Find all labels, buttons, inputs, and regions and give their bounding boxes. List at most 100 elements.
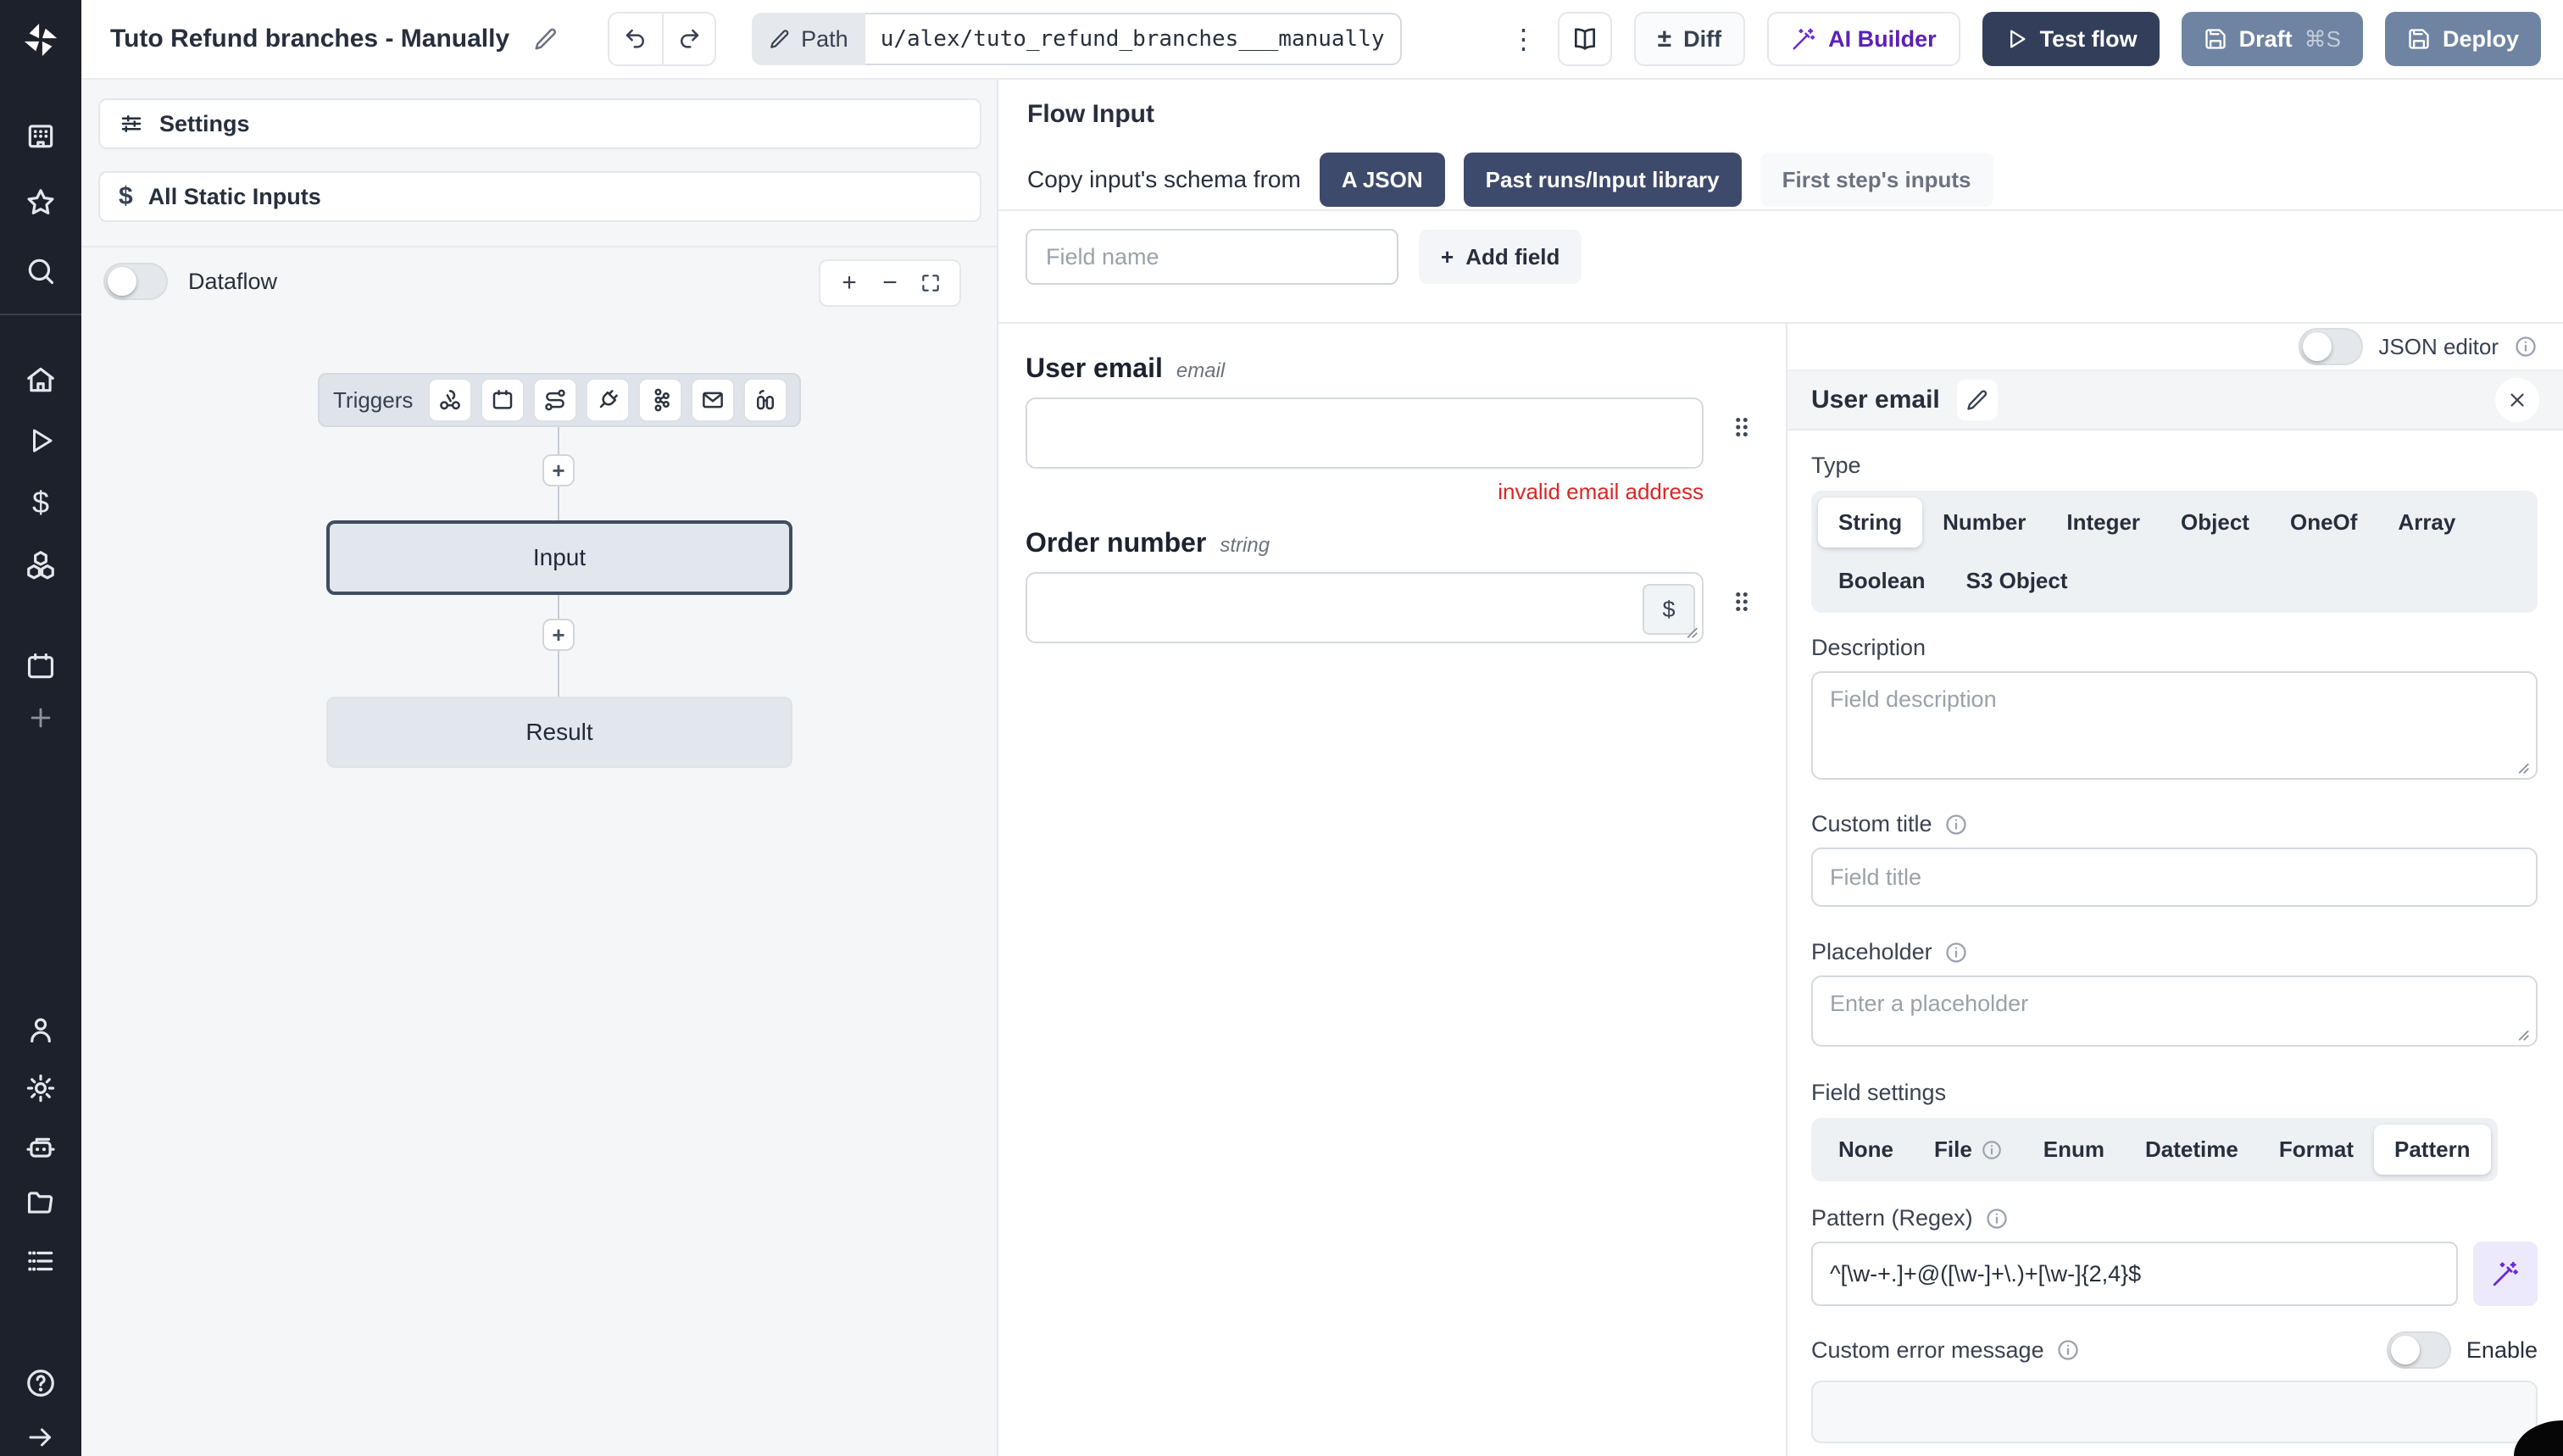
windmill-flow-editor: $ Tuto Refund branches - Manually Path u… bbox=[0, 0, 2563, 1456]
type-object-button[interactable]: Object bbox=[2160, 497, 2270, 547]
input-node[interactable]: Input bbox=[326, 520, 792, 595]
http-route-trigger-icon[interactable] bbox=[533, 378, 578, 422]
book-icon bbox=[1574, 28, 1595, 50]
field-name-input[interactable] bbox=[1026, 229, 1398, 285]
folders-icon[interactable] bbox=[22, 1184, 59, 1221]
resize-handle-icon[interactable] bbox=[2512, 1024, 2531, 1042]
audit-logs-icon[interactable] bbox=[22, 1242, 59, 1280]
placeholder-textarea[interactable] bbox=[1811, 975, 2538, 1047]
type-integer-button[interactable]: Integer bbox=[2046, 497, 2160, 547]
schema-from-past-runs-button[interactable]: Past runs/Input library bbox=[1463, 153, 1742, 207]
pattern-row bbox=[1811, 1242, 2538, 1306]
pattern-regex-input[interactable] bbox=[1811, 1242, 2458, 1306]
custom-error-enable-toggle[interactable] bbox=[2386, 1331, 2451, 1369]
settings-gear-icon[interactable] bbox=[22, 1070, 59, 1107]
setting-none-button[interactable]: None bbox=[1818, 1125, 1914, 1175]
email-trigger-icon[interactable] bbox=[691, 378, 736, 422]
type-oneof-button[interactable]: OneOf bbox=[2270, 497, 2377, 547]
redo-button[interactable] bbox=[662, 14, 714, 64]
setting-file-button[interactable]: File bbox=[1914, 1125, 2023, 1175]
variables-icon[interactable]: $ bbox=[22, 484, 59, 521]
more-options-kebab-icon[interactable]: ⋮ bbox=[1510, 25, 1537, 53]
path-value[interactable]: u/alex/tuto_refund_branches___manually bbox=[865, 13, 1402, 65]
resize-handle-icon[interactable] bbox=[1681, 621, 1699, 640]
insert-step-button[interactable]: + bbox=[542, 454, 575, 486]
field-inspector: JSON editor User email Type String Numbe… bbox=[1786, 324, 2563, 1456]
type-array-button[interactable]: Array bbox=[2377, 497, 2476, 547]
ai-generate-regex-button[interactable] bbox=[2473, 1242, 2538, 1306]
schema-from-json-button[interactable]: A JSON bbox=[1319, 153, 1445, 207]
add-item-icon[interactable] bbox=[22, 699, 59, 736]
kafka-trigger-icon[interactable] bbox=[638, 378, 683, 422]
topbar: Tuto Refund branches - Manually Path u/a… bbox=[81, 0, 2563, 80]
ai-builder-button[interactable]: AI Builder bbox=[1767, 12, 1960, 66]
user-email-input[interactable] bbox=[1026, 397, 1704, 469]
webhook-trigger-icon[interactable] bbox=[428, 378, 473, 422]
runs-icon[interactable] bbox=[22, 422, 59, 459]
sidebar-divider bbox=[0, 314, 81, 315]
rename-field-pencil-icon[interactable] bbox=[1956, 380, 1998, 420]
drag-handle-icon[interactable] bbox=[1727, 413, 1756, 442]
websocket-trigger-icon[interactable] bbox=[586, 378, 631, 422]
type-string-button[interactable]: String bbox=[1818, 497, 1923, 547]
description-textarea[interactable] bbox=[1811, 671, 2538, 780]
inspector-field-title: User email bbox=[1811, 386, 1940, 414]
expand-sidebar-icon[interactable] bbox=[22, 1419, 59, 1456]
type-boolean-button[interactable]: Boolean bbox=[1818, 556, 1946, 606]
info-icon bbox=[1945, 942, 1966, 963]
favorites-star-icon[interactable] bbox=[22, 184, 59, 221]
insert-step-button[interactable]: + bbox=[542, 619, 575, 651]
flow-settings-row[interactable]: Settings bbox=[98, 98, 981, 149]
user-icon[interactable] bbox=[22, 1011, 59, 1048]
resources-icon[interactable] bbox=[22, 546, 59, 583]
type-s3-object-button[interactable]: S3 Object bbox=[1946, 556, 2088, 606]
flow-title: Tuto Refund branches - Manually bbox=[110, 25, 510, 53]
workspace-icon[interactable] bbox=[22, 117, 59, 154]
edit-title-pencil-icon[interactable] bbox=[533, 26, 559, 52]
fit-view-button[interactable] bbox=[914, 264, 948, 302]
triggers-label: Triggers bbox=[333, 386, 414, 413]
close-inspector-icon[interactable] bbox=[2495, 378, 2539, 422]
docs-book-button[interactable] bbox=[1557, 12, 1612, 66]
windmill-logo[interactable] bbox=[0, 0, 81, 80]
dollar-icon: $ bbox=[119, 182, 133, 210]
setting-datetime-button[interactable]: Datetime bbox=[2125, 1125, 2259, 1175]
add-field-button[interactable]: + Add field bbox=[1419, 230, 1582, 284]
triggers-node[interactable]: Triggers bbox=[318, 373, 801, 427]
schema-from-first-step-button[interactable]: First step's inputs bbox=[1760, 153, 1993, 207]
schedule-trigger-icon[interactable] bbox=[481, 378, 525, 422]
resize-handle-icon[interactable] bbox=[2512, 757, 2531, 775]
all-static-inputs-row[interactable]: $ All Static Inputs bbox=[98, 171, 981, 222]
plus-minus-icon: ± bbox=[1657, 25, 1672, 53]
test-flow-button[interactable]: Test flow bbox=[1982, 12, 2160, 66]
custom-error-message-input[interactable] bbox=[1811, 1381, 2538, 1443]
path-label[interactable]: Path bbox=[752, 13, 865, 65]
setting-format-button[interactable]: Format bbox=[2259, 1125, 2374, 1175]
plus-icon: + bbox=[1441, 243, 1454, 270]
zoom-in-button[interactable]: + bbox=[832, 264, 866, 302]
field-label: User email email bbox=[1026, 353, 1226, 383]
workers-robot-icon[interactable] bbox=[22, 1128, 59, 1165]
type-number-button[interactable]: Number bbox=[1922, 497, 2046, 547]
schedules-icon[interactable] bbox=[22, 647, 59, 685]
deploy-button[interactable]: Deploy bbox=[2384, 12, 2541, 66]
undo-button[interactable] bbox=[609, 14, 662, 64]
result-node[interactable]: Result bbox=[326, 697, 792, 768]
json-editor-toggle[interactable] bbox=[2299, 328, 2364, 365]
json-editor-row: JSON editor bbox=[1787, 324, 2563, 371]
home-icon[interactable] bbox=[22, 361, 59, 398]
drag-handle-icon[interactable] bbox=[1727, 587, 1756, 616]
diff-button[interactable]: ± Diff bbox=[1633, 12, 1746, 66]
search-icon[interactable] bbox=[22, 253, 59, 290]
setting-pattern-button[interactable]: Pattern bbox=[2373, 1125, 2491, 1175]
help-icon[interactable] bbox=[22, 1364, 59, 1402]
validation-error: invalid email address bbox=[1498, 479, 1704, 504]
zoom-out-button[interactable]: − bbox=[873, 264, 907, 302]
save-icon bbox=[2204, 29, 2226, 49]
order-number-input[interactable]: $ bbox=[1026, 572, 1704, 643]
setting-enum-button[interactable]: Enum bbox=[2023, 1125, 2125, 1175]
custom-title-input[interactable] bbox=[1811, 847, 2538, 907]
dataflow-toggle[interactable] bbox=[103, 263, 168, 300]
draft-button[interactable]: Draft ⌘S bbox=[2181, 12, 2363, 66]
polling-trigger-icon[interactable] bbox=[743, 378, 788, 422]
